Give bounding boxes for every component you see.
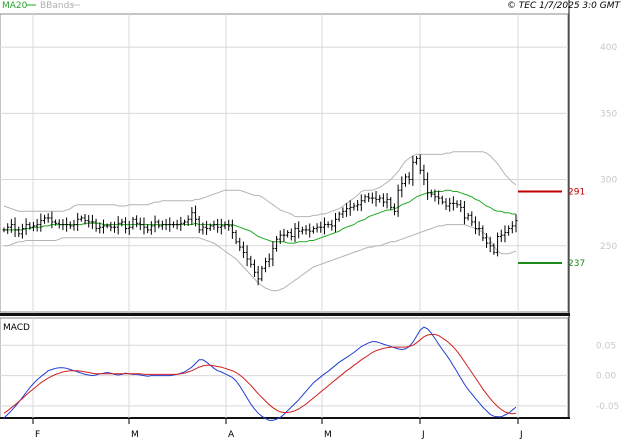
macd-y-tick: 0.05 bbox=[596, 341, 616, 351]
level-label-237: 237 bbox=[568, 259, 585, 269]
panel-separator bbox=[0, 313, 570, 316]
price-panel-grid bbox=[0, 13, 570, 316]
macd-panel-title: MACD bbox=[3, 323, 30, 333]
x-tick-label: M bbox=[324, 430, 332, 440]
macd-y-tick: 0.00 bbox=[596, 372, 616, 382]
copyright-text: © TEC 1/7/2025 3:0 GMT bbox=[507, 1, 622, 11]
x-tick-label: A bbox=[228, 430, 235, 440]
price-y-tick: 350 bbox=[600, 109, 617, 119]
price-y-tick: 400 bbox=[600, 43, 617, 53]
price-y-tick: 300 bbox=[600, 176, 617, 186]
legend-ma20-label: MA20 bbox=[2, 1, 28, 11]
macd-y-tick: -0.05 bbox=[596, 402, 619, 412]
x-tick-label: J bbox=[519, 430, 523, 440]
legend: MA20 BBands bbox=[2, 1, 80, 11]
level-label-291: 291 bbox=[568, 187, 585, 197]
y-axis-labels: 400 350 300 250 0.05 0.00 -0.05 bbox=[596, 43, 619, 412]
legend-bbands-label: BBands bbox=[40, 1, 74, 11]
x-tick-label: F bbox=[35, 430, 40, 440]
x-tick-label: J bbox=[421, 430, 425, 440]
x-tick-label: M bbox=[131, 430, 139, 440]
price-y-tick: 250 bbox=[600, 242, 617, 252]
price-panel-frame bbox=[0, 13, 569, 313]
stock-chart: 291237 4003503002500.050.00-0.05 FMAMJJ … bbox=[0, 0, 622, 440]
macd-panel-frame bbox=[0, 317, 569, 419]
x-axis-labels: FMAMJJ bbox=[32, 418, 523, 440]
